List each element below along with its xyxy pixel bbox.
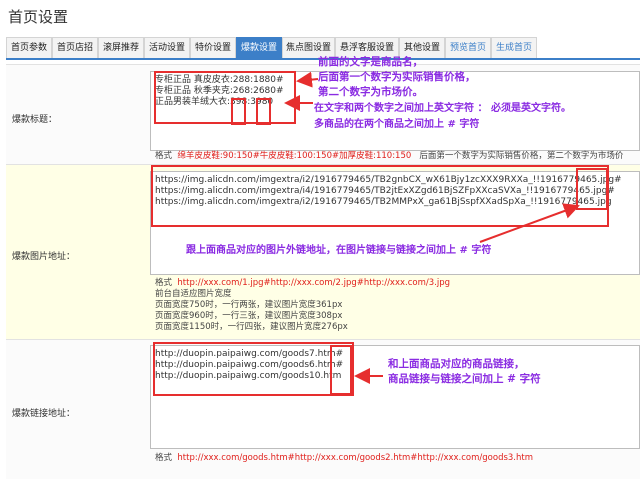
arrow-to-title-box: [296, 71, 319, 88]
annotation-line: 前面的文字是商品名，: [318, 56, 423, 68]
annotation-line: 在文字和两个数字之间加上英文字符 ： 必须是英文字符。: [314, 103, 571, 114]
annotation-line: 和上面商品对应的商品链接，: [388, 358, 525, 370]
annotation-line: 商品链接与链接之间加上 # 字符: [388, 373, 541, 385]
arrow-to-hash: [479, 203, 580, 243]
annotation-product-link: 和上面商品对应的商品链接， 商品链接与链接之间加上 # 字符: [388, 357, 541, 387]
annotation-product-name: 前面的文字是商品名， 后面第一个数字为实际销售价格， 第二个数字为市场价。: [318, 55, 476, 100]
annotation-line: 多商品的在两个商品之间加上 # 字符: [314, 119, 480, 130]
annotation-english-char: 在文字和两个数字之间加上英文字符 ： 必须是英文字符。 多商品的在两个商品之间加…: [314, 101, 571, 133]
annotation-image-link: 跟上面商品对应的图片外链地址，在图片链接与链接之间加上 # 字符: [186, 245, 492, 256]
annotation-line: 后面第一个数字为实际销售价格，: [318, 71, 476, 83]
annotation-line: 第二个数字为市场价。: [318, 86, 423, 98]
